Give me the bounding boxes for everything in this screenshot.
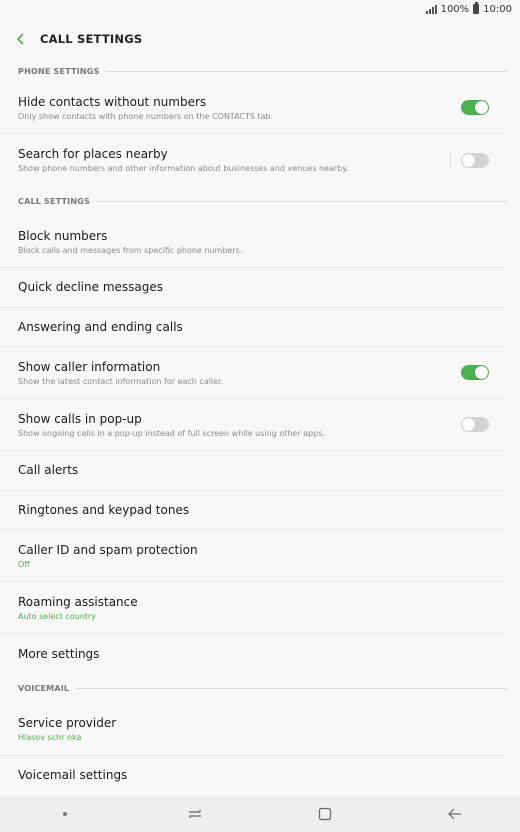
search-places-toggle[interactable] xyxy=(461,152,489,168)
clock: 10:00 xyxy=(483,3,512,15)
hide-contacts-setting[interactable]: Hide contacts without numbers Only show … xyxy=(0,82,507,134)
section-header-phone: PHONE SETTINGS xyxy=(0,60,520,82)
battery-percent: 100% xyxy=(440,3,470,15)
dot-icon xyxy=(63,812,67,816)
dot-button[interactable] xyxy=(45,799,85,829)
answering-ending-setting[interactable]: Answering and ending calls xyxy=(0,308,507,347)
battery-icon xyxy=(473,2,480,14)
section-header-call: CALL SETTINGS xyxy=(0,186,520,216)
hide-contacts-toggle[interactable] xyxy=(461,100,489,115)
section-header-voicemail: VOICEMAIL xyxy=(0,674,520,704)
service-provider-setting[interactable]: Service provider Hlasov schr nka xyxy=(0,704,507,756)
divider xyxy=(450,150,451,170)
caller-id-setting[interactable]: Caller ID and spam protection Off xyxy=(0,530,507,582)
back-nav-button[interactable] xyxy=(435,799,475,829)
recents-button[interactable] xyxy=(175,799,215,829)
page-title: CALL SETTINGS xyxy=(40,32,143,46)
block-numbers-setting[interactable]: Block numbers Block calls and messages f… xyxy=(0,216,507,268)
app-bar: CALL SETTINGS xyxy=(0,18,520,60)
back-arrow-icon xyxy=(448,808,461,820)
roaming-setting[interactable]: Roaming assistance Auto select country xyxy=(0,582,507,634)
voicemail-settings[interactable]: Voicemail settings xyxy=(0,756,507,796)
caller-info-setting[interactable]: Show caller information Show the latest … xyxy=(0,347,507,399)
more-settings[interactable]: More settings xyxy=(0,634,507,674)
popup-calls-setting[interactable]: Show calls in pop-up Show ongoing calls … xyxy=(0,399,507,451)
home-square-icon xyxy=(318,807,332,821)
ringtones-setting[interactable]: Ringtones and keypad tones xyxy=(0,491,507,530)
status-bar: 100% 10:00 xyxy=(0,0,520,18)
quick-decline-setting[interactable]: Quick decline messages xyxy=(0,268,507,308)
popup-calls-toggle[interactable] xyxy=(461,417,489,432)
chevron-left-icon xyxy=(16,33,24,45)
caller-info-toggle[interactable] xyxy=(461,365,489,380)
navigation-bar xyxy=(0,796,520,832)
recents-icon xyxy=(189,810,201,818)
search-places-setting[interactable]: Search for places nearby Show phone numb… xyxy=(0,134,507,186)
call-alerts-setting[interactable]: Call alerts xyxy=(0,451,507,491)
home-button[interactable] xyxy=(305,799,345,829)
signal-icon xyxy=(425,4,437,14)
back-button[interactable] xyxy=(12,30,30,48)
